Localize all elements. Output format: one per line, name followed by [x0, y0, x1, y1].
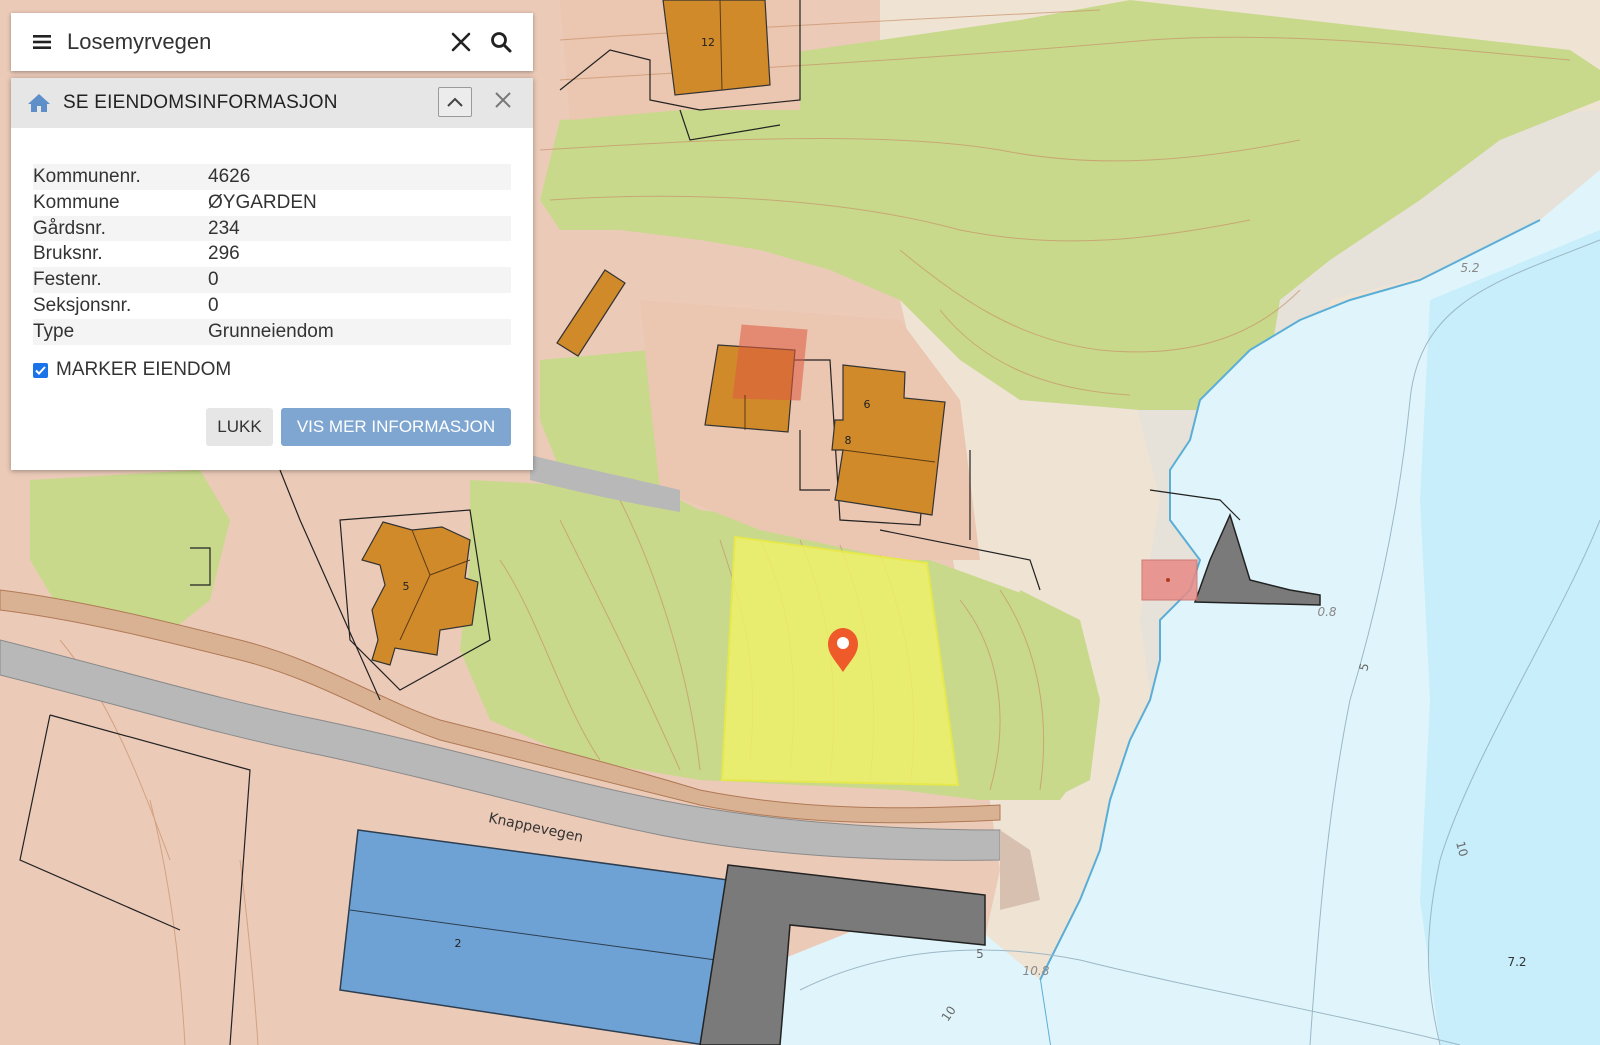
shore-structure-point [1166, 578, 1170, 582]
depth-label: 5 [976, 947, 984, 961]
panel-title: SE EIENDOMSINFORMASJON [63, 92, 338, 113]
more-info-button[interactable]: VIS MER INFORMASJON [281, 408, 511, 446]
row-value: 0 [208, 294, 219, 316]
close-panel-icon[interactable] [491, 88, 515, 112]
close-button[interactable]: LUKK [206, 408, 273, 446]
table-row: Kommunenr. 4626 [33, 164, 511, 190]
property-info-panel: SE EIENDOMSINFORMASJON Kommunenr. 4626 Ko… [11, 78, 533, 470]
mark-property-row: MARKER EIENDOM [33, 359, 231, 381]
row-value: 4626 [208, 164, 511, 190]
search-icon[interactable] [481, 22, 521, 62]
building-8-label: 8 [845, 434, 852, 447]
checkmark-icon [35, 365, 46, 375]
mark-property-checkbox[interactable] [33, 362, 48, 378]
row-value: 234 [208, 215, 511, 242]
table-row: Kommune ØYGARDEN [33, 190, 511, 216]
building-12 [662, 0, 771, 96]
row-value: 296 [208, 243, 240, 265]
chevron-up-icon [447, 97, 463, 107]
home-icon [28, 94, 50, 112]
depth-label: 10.8 [1023, 964, 1050, 978]
property-info-table: Kommunenr. 4626 Kommune ØYGARDEN Gårdsnr. 2… [33, 164, 511, 345]
table-row: Gårdsnr. 234 [33, 215, 511, 242]
table-row: Type Grunneiendom [33, 318, 511, 345]
building-6-label: 6 [864, 398, 871, 411]
row-label: Type [33, 318, 208, 345]
row-label: Seksjonsnr. [33, 294, 132, 316]
row-value: 0 [208, 267, 511, 293]
row-value: ØYGARDEN [208, 191, 317, 213]
building-5-label: 5 [403, 580, 410, 593]
table-row: Bruksnr. 296 [33, 241, 511, 267]
mark-property-label[interactable]: MARKER EIENDOM [56, 359, 231, 381]
row-value: Grunneiendom [208, 318, 511, 345]
hamburger-menu-icon[interactable] [31, 31, 53, 53]
water-deep [1420, 230, 1600, 1045]
table-row: Festenr. 0 [33, 267, 511, 293]
building-12-label: 12 [701, 36, 715, 49]
row-label: Festenr. [33, 267, 208, 293]
building-2-label: 2 [455, 937, 462, 950]
search-input[interactable]: Losemyrvegen [67, 29, 441, 55]
depth-label: 5.2 [1460, 261, 1479, 275]
panel-header: SE EIENDOMSINFORMASJON [11, 78, 533, 128]
search-bar: Losemyrvegen [11, 13, 533, 71]
table-row: Seksjonsnr. 0 [33, 293, 511, 319]
depth-label: 7.2 [1507, 955, 1526, 969]
collapse-panel-button[interactable] [438, 87, 472, 117]
row-label: Gårdsnr. [33, 215, 208, 242]
row-label: Bruksnr. [33, 243, 103, 265]
row-label: Kommunenr. [33, 164, 208, 190]
clear-search-icon[interactable] [441, 22, 481, 62]
depth-label: 0.8 [1317, 605, 1336, 619]
row-label: Kommune [33, 191, 120, 213]
